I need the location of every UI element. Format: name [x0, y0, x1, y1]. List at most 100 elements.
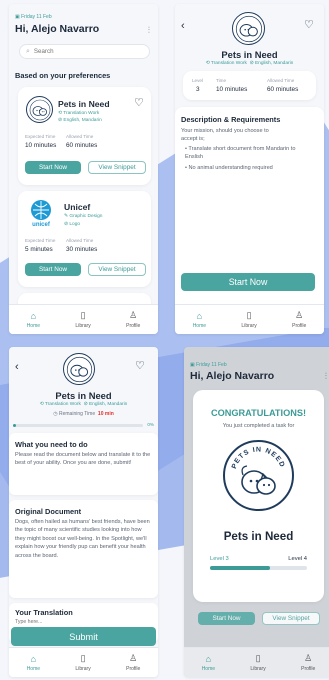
- date-label: Friday 11 Feb: [21, 14, 52, 20]
- expected-label: Expected Time: [25, 238, 56, 243]
- pets-in-need-large-logo: PETS IN NEED: [223, 440, 294, 511]
- person-icon: ♙: [129, 653, 138, 663]
- card-title: Unicef: [64, 202, 91, 212]
- remaining-time: ◷ Remaining Time 10 min: [53, 411, 114, 417]
- nav-profile[interactable]: ♙ Profile: [292, 310, 306, 329]
- unicef-logo: unicef: [26, 199, 56, 232]
- search-bar[interactable]: ⌕: [19, 44, 150, 59]
- svg-text:PETS IN NEED: PETS IN NEED: [231, 446, 286, 469]
- pets-in-need-logo: [63, 353, 95, 385]
- nav-profile[interactable]: ♙ Profile: [126, 653, 140, 672]
- home-screen: ▣ Friday 11 Feb Hi, Alejo Navarro ⫶ ⌕ Ba…: [9, 4, 158, 334]
- allowed-value: 30 minutes: [66, 246, 98, 253]
- brush-icon: ✎: [64, 214, 69, 219]
- back-icon[interactable]: ‹: [15, 361, 19, 373]
- nav-home[interactable]: ⌂ Home: [27, 311, 40, 329]
- nav-home[interactable]: ⌂ Home: [27, 654, 40, 672]
- home-icon: ⌂: [196, 310, 203, 321]
- nav-library[interactable]: ▯ Library: [75, 310, 90, 329]
- calendar-icon: ▣: [190, 362, 195, 368]
- person-icon: ♙: [304, 653, 313, 663]
- org-name: Pets in Need: [223, 530, 294, 543]
- greeting: Hi, Alejo Navarro: [15, 23, 100, 35]
- congrats-screen: ▣ Friday 11 Feb Hi, Alejo Navarro ⫶ CONG…: [184, 347, 329, 677]
- task-tags: ⟲ Translation Work ⊘ English, Mandarin: [205, 61, 294, 66]
- nav-home[interactable]: ⌂ Home: [202, 654, 215, 672]
- congrats-subtext: You just completed a task for: [222, 423, 295, 429]
- view-snippet-button[interactable]: View Snippet: [88, 161, 146, 174]
- bottom-nav: ⌂ Home ▯ Library ♙ Profile: [9, 647, 158, 677]
- pets-in-need-logo: [232, 12, 265, 45]
- task-card-pets[interactable]: Pets in Need ♡ ⟲ Translation Work ⊘ Engl…: [18, 87, 151, 185]
- back-icon[interactable]: ‹: [181, 20, 185, 32]
- tag-icon: ⊘: [249, 61, 254, 66]
- submit-button[interactable]: Submit: [11, 627, 156, 646]
- start-now-button[interactable]: Start Now: [198, 612, 255, 625]
- tag-icon: ⊘: [83, 402, 88, 407]
- clock-icon: ◷: [53, 411, 58, 417]
- start-now-button[interactable]: Start Now: [25, 161, 81, 174]
- heart-icon[interactable]: ♡: [134, 98, 144, 109]
- translation-input[interactable]: [15, 619, 135, 625]
- allowed-value: 60 minutes: [267, 86, 299, 93]
- translate-icon: ⟲: [58, 111, 63, 116]
- book-icon: ▯: [246, 310, 252, 320]
- progress-fill: [13, 424, 16, 427]
- task-progress-screen: ‹ ♡ Pets in Need ⟲ Translation Work ⊘ En…: [9, 347, 158, 677]
- level-progress-track: [210, 566, 307, 570]
- tag-icon: ⊘: [58, 118, 63, 123]
- view-snippet-button[interactable]: View Snippet: [262, 612, 320, 625]
- instructions-text: Please read the document below and trans…: [15, 452, 151, 467]
- expected-value: 10 minutes: [25, 142, 57, 149]
- book-icon: ▯: [80, 310, 86, 320]
- level-label: Level: [192, 78, 203, 83]
- allowed-label: Allowed Time: [267, 78, 295, 83]
- filter-icon[interactable]: ⫶: [325, 371, 327, 382]
- nav-profile[interactable]: ♙ Profile: [301, 653, 315, 672]
- person-icon: ♙: [295, 310, 304, 320]
- nav-library[interactable]: ▯ Library: [241, 310, 256, 329]
- heart-icon[interactable]: ♡: [304, 20, 314, 31]
- translate-icon: ⟲: [205, 61, 210, 66]
- translate-icon: ⟲: [39, 402, 44, 407]
- level-to: Level 4: [288, 556, 307, 562]
- calendar-icon: ▣: [15, 14, 20, 20]
- search-icon: ⌕: [26, 47, 30, 55]
- progress-percent: 0%: [147, 422, 154, 427]
- original-title: Original Document: [15, 507, 82, 516]
- pets-in-need-logo: [26, 96, 53, 123]
- search-input[interactable]: [33, 48, 134, 55]
- requirement-1: • Translate short document from Mandarin…: [185, 146, 296, 161]
- date-row: ▣ Friday 11 Feb: [15, 14, 52, 20]
- stats-card: Level 3 Time 10 minutes Allowed Time 60 …: [183, 71, 316, 100]
- bottom-nav: ⌂ Home ▯ Library ♙ Profile: [175, 304, 324, 334]
- allowed-label: Allowed Time: [66, 238, 94, 243]
- level-from: Level 3: [210, 556, 229, 562]
- bottom-nav: ⌂ Home ▯ Library ♙ Profile: [9, 304, 158, 334]
- task-title: Pets in Need: [221, 49, 278, 60]
- card-title: Pets in Need: [58, 99, 110, 109]
- time-value: 10 minutes: [216, 86, 248, 93]
- start-now-button[interactable]: Start Now: [181, 273, 315, 291]
- date-row: ▣ Friday 11 Feb: [190, 362, 227, 368]
- person-icon: ♙: [129, 310, 138, 320]
- view-snippet-button[interactable]: View Snippet: [88, 263, 146, 276]
- nav-home[interactable]: ⌂ Home: [193, 311, 206, 329]
- home-icon: ⌂: [30, 310, 37, 321]
- nav-library[interactable]: ▯ Library: [75, 653, 90, 672]
- expected-label: Expected Time: [25, 134, 56, 139]
- nav-library[interactable]: ▯ Library: [250, 653, 265, 672]
- heart-icon[interactable]: ♡: [135, 361, 145, 372]
- filter-icon[interactable]: ⫶: [148, 25, 150, 36]
- tag-work: ⟲ Translation Work: [58, 111, 100, 116]
- start-now-button[interactable]: Start Now: [25, 263, 81, 276]
- instructions-title: What you need to do: [15, 440, 88, 449]
- tag-type: ⊘ Logo: [64, 222, 81, 227]
- requirement-2: • No animal understanding required: [185, 165, 273, 171]
- tag-language: ⊘ English, Mandarin: [58, 118, 102, 123]
- nav-profile[interactable]: ♙ Profile: [126, 310, 140, 329]
- allowed-value: 60 minutes: [66, 142, 98, 149]
- greeting: Hi, Alejo Navarro: [190, 370, 275, 382]
- task-card-unicef[interactable]: unicef Unicef ✎ Graphic Design ⊘ Logo Ex…: [18, 191, 151, 287]
- home-icon: ⌂: [205, 653, 212, 664]
